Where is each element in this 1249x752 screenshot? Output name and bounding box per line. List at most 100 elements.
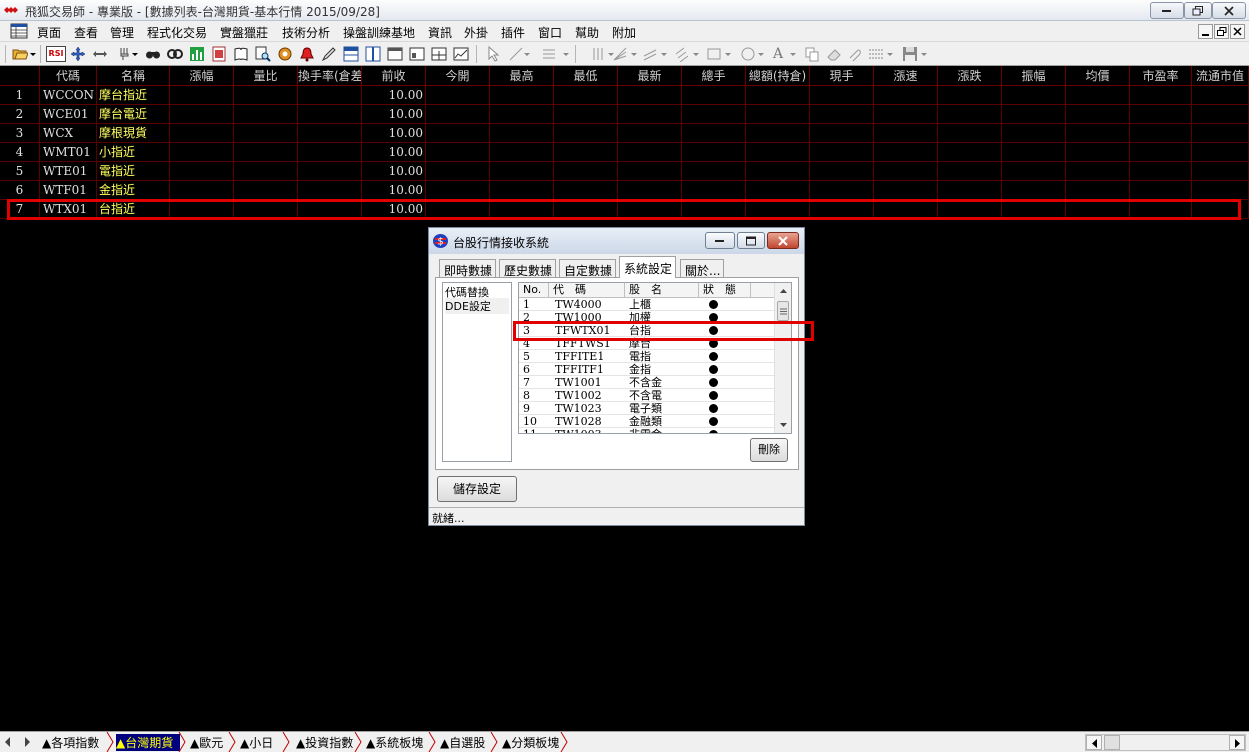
row-cell-total-volume[interactable] [682, 86, 746, 105]
mdi-minimize-button[interactable] [1198, 24, 1213, 39]
row-cell-speed[interactable] [874, 86, 938, 105]
bottom-tab-watchlist[interactable]: ▲自選股 [440, 734, 492, 751]
menu-addon[interactable]: 外掛 [464, 24, 488, 41]
column-header-pe-ratio[interactable]: 市盈率 [1130, 66, 1192, 86]
column-header-open[interactable]: 今開 [426, 66, 490, 86]
save-disk-icon[interactable] [902, 46, 918, 62]
row-cell-speed[interactable] [874, 162, 938, 181]
row-cell-last[interactable] [618, 162, 682, 181]
row-cell-volume-ratio[interactable] [234, 162, 298, 181]
gear-icon[interactable] [277, 46, 293, 62]
tab-system-settings[interactable]: 系統設定 [619, 256, 677, 278]
row-cell-float-cap[interactable] [1192, 124, 1249, 143]
list-item[interactable]: 10 TW1028 金融類 [519, 415, 775, 428]
row-cell-high[interactable] [490, 162, 554, 181]
dropdown-arrow-icon[interactable] [724, 46, 732, 62]
row-cell-total-amount[interactable] [746, 162, 810, 181]
list-item[interactable]: 8 TW1002 不含電 [519, 389, 775, 402]
row-cell-turnover-rate[interactable] [298, 162, 362, 181]
nav-arrow-icon[interactable] [18, 735, 32, 749]
row-cell-last[interactable] [618, 105, 682, 124]
row-cell-float-cap[interactable] [1192, 162, 1249, 181]
row-prev-close[interactable]: 10.00 [362, 124, 426, 143]
row-cell-current-volume[interactable] [810, 124, 874, 143]
row-cell-last[interactable] [618, 124, 682, 143]
row-cell-total-volume[interactable] [682, 181, 746, 200]
grid-view-icon[interactable] [10, 23, 28, 39]
list-item[interactable]: 7 TW1001 不含金 [519, 376, 775, 389]
column-header-float-cap[interactable]: 流通市值 [1192, 66, 1249, 86]
row-cell-open[interactable] [426, 181, 490, 200]
close-button[interactable] [1212, 2, 1246, 19]
open-folder-icon[interactable] [12, 46, 28, 62]
row-cell-current-volume[interactable] [810, 143, 874, 162]
row-cell-avg-price[interactable] [1066, 124, 1130, 143]
dialog-minimize-button[interactable] [705, 232, 735, 249]
category-dde-settings[interactable]: DDE設定 [445, 298, 509, 314]
menu-help[interactable]: 幫助 [575, 24, 599, 41]
row-cell-change[interactable] [938, 124, 1002, 143]
row-cell-change-pct[interactable] [170, 181, 234, 200]
row-cell-volume-ratio[interactable] [234, 181, 298, 200]
window-split-icon[interactable] [409, 46, 425, 62]
row-cell-total-volume[interactable] [682, 143, 746, 162]
row-prev-close[interactable]: 10.00 [362, 86, 426, 105]
row-cell-turnover-rate[interactable] [298, 105, 362, 124]
ellipse-tool-icon[interactable] [740, 46, 756, 62]
scroll-down-arrow-icon[interactable] [779, 422, 788, 428]
menu-page[interactable]: 頁面 [37, 24, 61, 41]
dropdown-arrow-icon[interactable] [757, 46, 765, 62]
dropdown-arrow-icon[interactable] [692, 46, 700, 62]
column-header-name[interactable]: 名稱 [97, 66, 170, 86]
bar-chart-icon[interactable] [189, 46, 205, 62]
dropdown-arrow-icon[interactable] [660, 46, 668, 62]
list-header-name[interactable]: 股 名 [625, 283, 699, 298]
row-cell-pe-ratio[interactable] [1130, 105, 1192, 124]
row-code[interactable]: WCX [40, 124, 97, 143]
list-item[interactable]: 6 TFFITF1 金指 [519, 363, 775, 376]
row-cell-avg-price[interactable] [1066, 162, 1130, 181]
delete-button[interactable]: 刪除 [750, 438, 788, 462]
row-cell-last[interactable] [618, 143, 682, 162]
row-cell-total-amount[interactable] [746, 105, 810, 124]
tab-history-data[interactable]: 歷史數據 [499, 259, 557, 278]
restore-button[interactable] [1184, 2, 1212, 19]
column-header-last[interactable]: 最新 [618, 66, 682, 86]
row-cell-volume-ratio[interactable] [234, 86, 298, 105]
column-header-volume-ratio[interactable]: 量比 [234, 66, 298, 86]
row-cell-float-cap[interactable] [1192, 86, 1249, 105]
row-cell-float-cap[interactable] [1192, 181, 1249, 200]
window-layout-icon[interactable] [387, 46, 403, 62]
row-cell-change-pct[interactable] [170, 86, 234, 105]
list-header-code[interactable]: 代 碼 [549, 283, 625, 298]
row-cell-speed[interactable] [874, 181, 938, 200]
column-header-low[interactable]: 最低 [554, 66, 618, 86]
row-cell-low[interactable] [554, 86, 618, 105]
column-header-avg-price[interactable]: 均價 [1066, 66, 1130, 86]
bottom-tab-investment-index[interactable]: ▲投資指數 [296, 734, 356, 751]
menu-view[interactable]: 查看 [74, 24, 98, 41]
column-header-code[interactable]: 代碼 [40, 66, 97, 86]
row-cell-total-amount[interactable] [746, 143, 810, 162]
row-cell-speed[interactable] [874, 143, 938, 162]
row-cell-current-volume[interactable] [810, 86, 874, 105]
row-cell-pe-ratio[interactable] [1130, 181, 1192, 200]
list-item[interactable]: 9 TW1023 電子類 [519, 402, 775, 415]
row-cell-open[interactable] [426, 124, 490, 143]
text-tool-button[interactable]: A [773, 46, 789, 62]
row-cell-total-volume[interactable] [682, 162, 746, 181]
parallel-lines-icon[interactable] [674, 46, 690, 62]
row-name[interactable]: 電指近 [97, 162, 170, 181]
list-item[interactable]: 5 TFFITE1 電指 [519, 350, 775, 363]
row-cell-amplitude[interactable] [1002, 143, 1066, 162]
row-cell-amplitude[interactable] [1002, 124, 1066, 143]
column-header-total-amount[interactable]: 總額(持倉) [746, 66, 810, 86]
menu-program-trading[interactable]: 程式化交易 [147, 24, 207, 41]
row-name[interactable]: 金指近 [97, 181, 170, 200]
vertical-lines-icon[interactable] [590, 46, 606, 62]
window-grid-icon[interactable] [431, 46, 447, 62]
row-cell-low[interactable] [554, 181, 618, 200]
rectangle-tool-icon[interactable] [706, 46, 722, 62]
column-header-current-volume[interactable]: 現手 [810, 66, 874, 86]
copy-icon[interactable] [804, 46, 820, 62]
